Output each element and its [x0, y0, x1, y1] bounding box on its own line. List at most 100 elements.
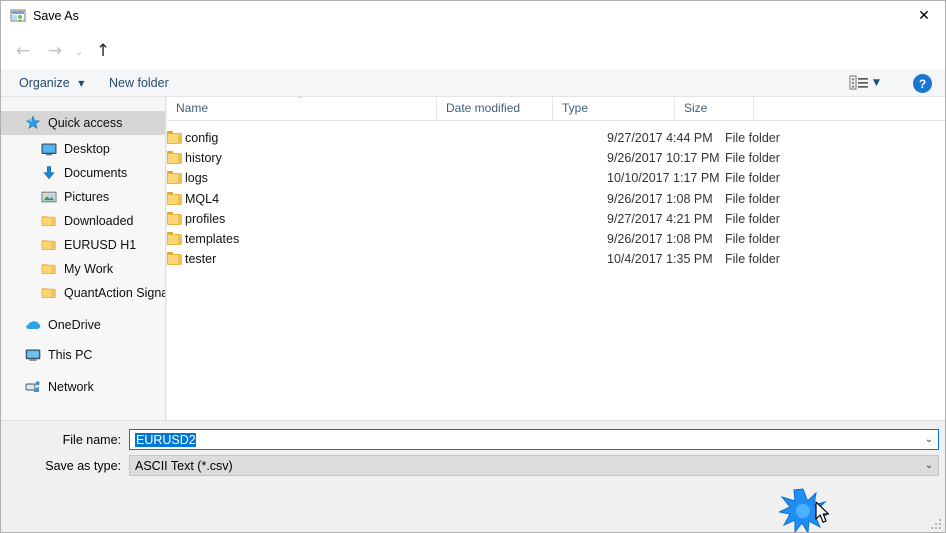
sidebar-item-label: EURUSD H1	[64, 238, 137, 252]
column-header-name[interactable]: Name ˄	[167, 97, 436, 120]
sidebar-item-label: Quick access	[48, 116, 123, 130]
save-as-type-select[interactable]: ASCII Text (*.csv) ⌄	[129, 455, 939, 476]
table-row[interactable]: MQL4 9/26/2017 1:08 PM File folder	[167, 189, 945, 209]
change-view-button[interactable]	[849, 73, 871, 93]
folder-icon	[167, 232, 182, 245]
table-row[interactable]: config 9/27/2017 4:44 PM File folder	[167, 128, 945, 148]
sidebar-item-label: Pictures	[64, 190, 110, 204]
arrow-right-icon: →	[47, 40, 63, 61]
organize-button[interactable]: Organize ▼	[14, 74, 89, 93]
file-list: Name ˄ Date modified Type Size config 9/2…	[167, 97, 945, 420]
sidebar-item-label: This PC	[48, 348, 93, 362]
cell-name: templates	[185, 232, 240, 246]
column-header-size[interactable]: Size	[674, 97, 753, 120]
folder-icon	[167, 252, 182, 266]
save-as-type-dropdown-button[interactable]: ⌄	[920, 460, 938, 471]
back-button[interactable]: ←	[9, 37, 37, 65]
folder-icon	[167, 151, 182, 165]
cell-name: logs	[185, 171, 208, 186]
table-row[interactable]: profiles 9/27/2017 4:21 PM File folder	[167, 209, 945, 229]
chevron-down-icon: ⌄	[74, 44, 84, 58]
cell-date: 9/26/2017 10:17 PM	[607, 151, 720, 166]
organize-label: Organize	[19, 76, 70, 90]
folder-icon	[41, 285, 57, 301]
file-name-value[interactable]: EURUSD2	[130, 432, 920, 447]
arrow-left-icon: ←	[15, 40, 31, 61]
up-one-level-button[interactable]: ↑	[89, 37, 117, 65]
new-folder-label: New folder	[109, 76, 169, 90]
file-name-text: EURUSD2	[135, 432, 196, 447]
cell-date: 10/10/2017 1:17 PM	[607, 171, 720, 186]
resize-grip[interactable]	[931, 519, 943, 531]
cell-type: File folder	[725, 151, 780, 166]
save-as-app-icon	[10, 8, 26, 24]
column-header-date-modified[interactable]: Date modified	[436, 97, 552, 120]
folder-icon	[167, 211, 182, 225]
sidebar-item-label: Desktop	[64, 142, 110, 156]
cell-date: 9/27/2017 4:21 PM	[607, 211, 713, 226]
close-button[interactable]: ✕	[901, 1, 945, 31]
sidebar-item-label: Network	[48, 380, 94, 394]
sidebar-item-downloaded[interactable]: Downloaded	[1, 209, 165, 233]
recent-locations-button[interactable]: ⌄	[69, 37, 89, 65]
cell-date: 9/26/2017 1:08 PM	[607, 232, 713, 246]
table-row[interactable]: history 9/26/2017 10:17 PM File folder	[167, 148, 945, 168]
sidebar-item-label: OneDrive	[48, 318, 101, 332]
sidebar-item-this-pc[interactable]: This PC	[1, 343, 165, 367]
sidebar-item-quantaction-signal[interactable]: QuantAction Signal	[1, 281, 166, 305]
column-header-filler	[753, 97, 945, 120]
star-icon	[25, 115, 41, 131]
sidebar-item-eurusd-h1[interactable]: EURUSD H1	[1, 233, 165, 257]
chevron-down-icon: ⌄	[924, 460, 934, 471]
folder-icon	[167, 171, 182, 185]
command-toolbar: Organize ▼ New folder ▼ ?	[1, 69, 945, 97]
cell-type: File folder	[725, 131, 780, 145]
save-as-dialog: Save As ✕ ← → ⌄ ↑ « Roaming › MetaQuotes	[0, 0, 946, 533]
table-row[interactable]: logs 10/10/2017 1:17 PM File folder	[167, 168, 945, 188]
file-name-field[interactable]: EURUSD2 ⌄	[129, 429, 939, 450]
help-button[interactable]: ?	[913, 74, 932, 93]
save-form-panel: File name: EURUSD2 ⌄ Save as type: ASCII…	[1, 420, 945, 532]
view-dropdown-button[interactable]: ▼	[873, 78, 880, 88]
close-icon: ✕	[918, 8, 930, 24]
navigation-bar: ← → ⌄ ↑ « Roaming › MetaQuotes › Termina…	[1, 32, 945, 93]
cell-date: 10/4/2017 1:35 PM	[607, 252, 713, 267]
cell-type: File folder	[725, 211, 780, 226]
table-row[interactable]: templates 9/26/2017 1:08 PM File folder	[167, 229, 945, 249]
sidebar-item-desktop[interactable]: Desktop	[1, 137, 165, 161]
sidebar-item-onedrive[interactable]: OneDrive	[1, 313, 165, 337]
sidebar-item-label: Documents	[64, 166, 128, 180]
sidebar-item-quick-access[interactable]: Quick access	[1, 111, 165, 135]
column-label: Date modified	[446, 101, 521, 115]
title-bar: Save As ✕	[1, 1, 945, 32]
sidebar-item-network[interactable]: Network	[1, 375, 165, 399]
chevron-down-icon: ⌄	[924, 434, 934, 445]
chevron-down-icon: ▼	[78, 79, 85, 89]
download-icon	[41, 165, 57, 181]
column-label: Type	[562, 101, 589, 115]
new-folder-button[interactable]: New folder	[104, 74, 174, 93]
column-header-type[interactable]: Type	[552, 97, 674, 120]
sidebar-item-label: QuantAction Signal	[64, 286, 166, 300]
cell-type: File folder	[725, 191, 780, 206]
sidebar-item-pictures[interactable]: Pictures	[1, 185, 165, 209]
column-header-row: Name ˄ Date modified Type Size	[167, 97, 945, 121]
cell-type: File folder	[725, 252, 780, 267]
save-as-type-value: ASCII Text (*.csv)	[135, 458, 233, 473]
navigation-sidebar: Quick access Desktop Documents Pictures Down…	[1, 97, 166, 420]
sidebar-item-documents[interactable]: Documents	[1, 161, 165, 185]
folder-icon	[167, 131, 182, 144]
desktop-icon	[41, 141, 57, 157]
sidebar-item-label: My Work	[64, 262, 114, 276]
table-row[interactable]: tester 10/4/2017 1:35 PM File folder	[167, 249, 945, 269]
picture-icon	[41, 189, 57, 205]
folder-icon	[41, 261, 57, 277]
cell-name: tester	[185, 252, 217, 267]
question-mark-icon: ?	[918, 76, 927, 91]
forward-button[interactable]: →	[41, 37, 69, 65]
file-name-dropdown-button[interactable]: ⌄	[920, 434, 938, 445]
sidebar-item-my-work[interactable]: My Work	[1, 257, 165, 281]
column-label: Size	[684, 101, 708, 115]
window-title: Save As	[33, 9, 79, 23]
cell-name: history	[185, 151, 222, 166]
